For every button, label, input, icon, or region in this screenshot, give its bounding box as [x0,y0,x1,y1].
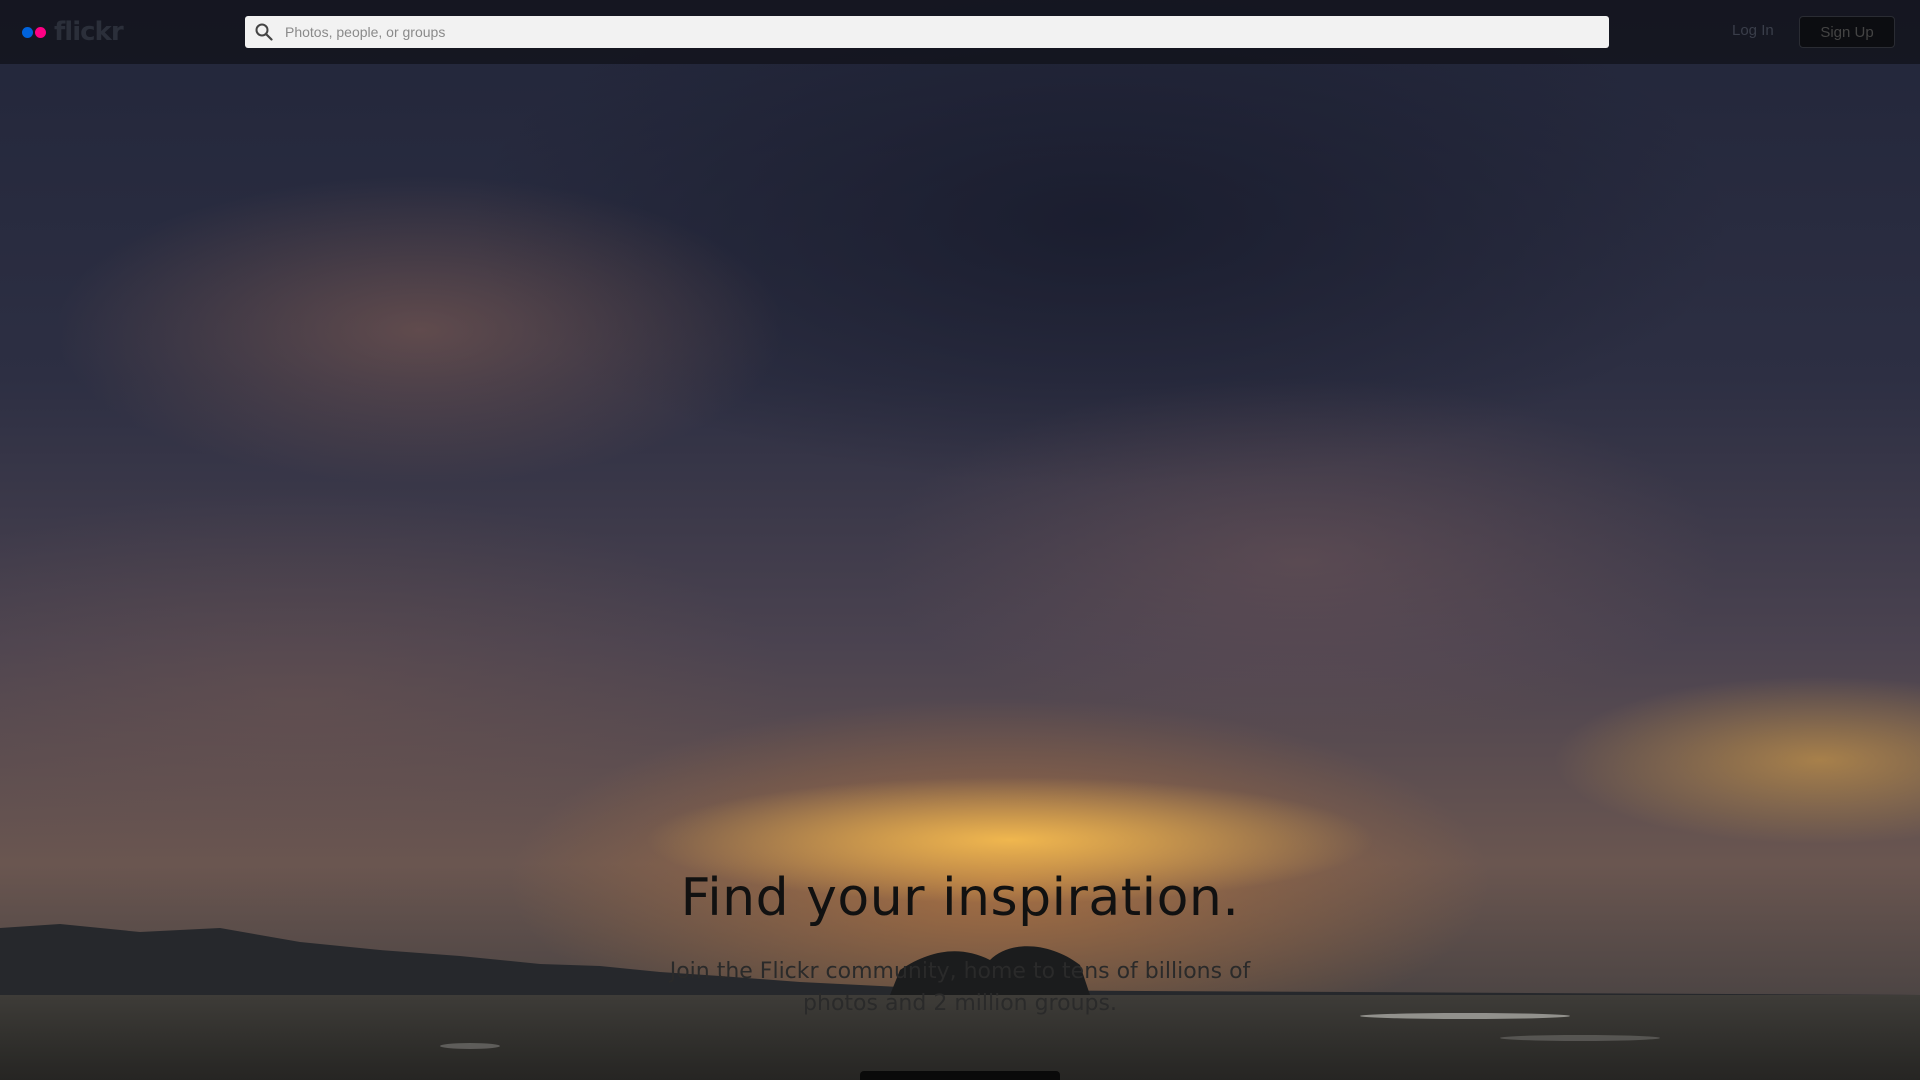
top-navigation-bar: flickr Log In Sign Up [0,0,1920,64]
hero-subtitle: Join the Flickr community, home to tens … [669,959,1251,1016]
logo-blue-dot [22,26,33,38]
search-input[interactable] [283,23,1577,41]
hero-title: Find your inspiration. [680,868,1240,928]
logo-dots-icon [22,26,46,38]
log-in-link[interactable]: Log In [1732,22,1774,39]
logo-wordmark: flickr [54,17,124,47]
flickr-logo[interactable]: flickr [22,16,124,48]
sign-up-button[interactable]: Sign Up [1799,16,1895,48]
logo-pink-dot [35,26,46,38]
start-for-free-button[interactable] [860,1071,1060,1080]
search-box[interactable] [245,16,1609,48]
search-icon [255,23,273,41]
